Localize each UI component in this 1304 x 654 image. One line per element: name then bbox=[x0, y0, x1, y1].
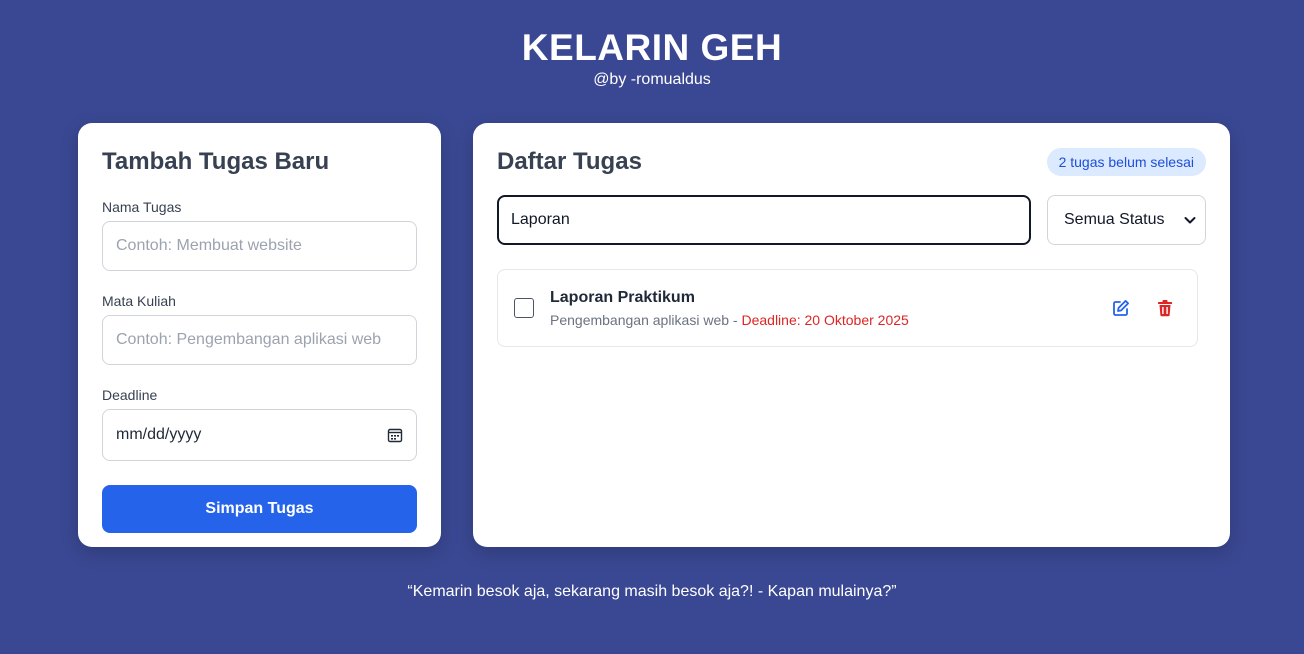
app-subtitle: @by -romualdus bbox=[593, 71, 711, 88]
chevron-down-icon bbox=[1183, 213, 1197, 227]
task-actions bbox=[1111, 298, 1175, 318]
add-task-title: Tambah Tugas Baru bbox=[102, 148, 330, 175]
search-input[interactable] bbox=[497, 195, 1031, 245]
task-text: Laporan Praktikum Pengembangan aplikasi … bbox=[550, 288, 1111, 329]
pending-count-badge: 2 tugas belum selesai bbox=[1046, 148, 1206, 176]
trash-icon[interactable] bbox=[1155, 298, 1175, 318]
course-label: Mata Kuliah bbox=[102, 293, 176, 309]
task-complete-checkbox[interactable] bbox=[514, 298, 534, 318]
task-meta: Pengembangan aplikasi web - Deadline: 20… bbox=[550, 311, 1111, 329]
task-list-header: Daftar Tugas 2 tugas belum selesai bbox=[497, 147, 1206, 177]
task-list-title: Daftar Tugas bbox=[497, 148, 642, 175]
filter-row: Semua Status bbox=[497, 195, 1206, 245]
deadline-label: Deadline bbox=[102, 387, 158, 403]
footer-quote: “Kemarin besok aja, sekarang masih besok… bbox=[407, 583, 897, 600]
course-input[interactable] bbox=[102, 315, 417, 365]
task-name-input[interactable] bbox=[102, 221, 417, 271]
save-task-button[interactable]: Simpan Tugas bbox=[102, 485, 417, 533]
task-course: Pengembangan aplikasi web bbox=[550, 311, 730, 328]
status-filter-value: Semua Status bbox=[1064, 211, 1165, 228]
task-title: Laporan Praktikum bbox=[550, 288, 695, 306]
deadline-input[interactable]: mm/dd/yyyy bbox=[102, 409, 417, 461]
app-header: KELARIN GEH @by -romualdus bbox=[0, 26, 1304, 90]
task-deadline: Deadline: 20 Oktober 2025 bbox=[741, 311, 909, 328]
app-title: KELARIN GEH bbox=[521, 27, 783, 68]
status-filter-select[interactable]: Semua Status bbox=[1047, 195, 1206, 245]
calendar-icon[interactable] bbox=[387, 427, 403, 443]
deadline-value: mm/dd/yyyy bbox=[116, 426, 202, 443]
task-item: Laporan Praktikum Pengembangan aplikasi … bbox=[497, 269, 1198, 347]
add-task-card: Tambah Tugas Baru Nama Tugas Mata Kuliah… bbox=[78, 123, 441, 547]
edit-icon[interactable] bbox=[1111, 298, 1131, 318]
task-separator: - bbox=[729, 311, 742, 328]
task-list-card: Daftar Tugas 2 tugas belum selesai Semua… bbox=[473, 123, 1230, 547]
task-name-label: Nama Tugas bbox=[102, 199, 182, 215]
